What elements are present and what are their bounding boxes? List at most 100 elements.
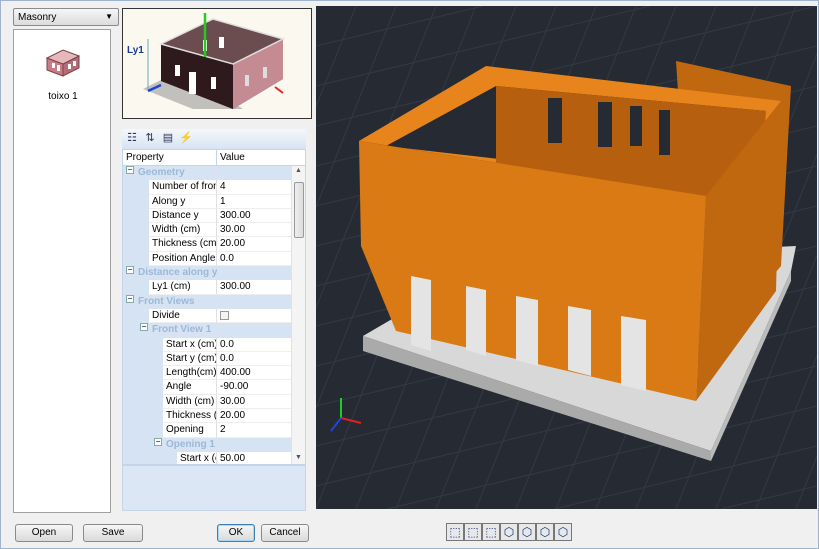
- library-dropdown[interactable]: Masonry ▼: [13, 8, 119, 26]
- grid-line: [720, 485, 817, 509]
- property-value[interactable]: -90.00: [217, 380, 292, 395]
- pier-gap: [466, 286, 486, 356]
- category-label: Front Views: [138, 295, 195, 307]
- property-value[interactable]: 300.00: [217, 209, 292, 224]
- property-value[interactable]: 20.00: [217, 409, 292, 424]
- value-text: 0.0: [220, 352, 234, 364]
- view-back-icon[interactable]: ⬡: [518, 523, 536, 541]
- property-row[interactable]: Number of front ...4: [123, 180, 292, 195]
- ok-button[interactable]: OK: [217, 524, 255, 542]
- value-text: 30.00: [220, 395, 246, 407]
- pier-gap: [516, 296, 538, 366]
- property-name: Distance y: [149, 208, 217, 224]
- property-name: Along y: [149, 194, 217, 209]
- property-value[interactable]: 2: [217, 423, 292, 438]
- grid-header: Property Value: [123, 150, 305, 166]
- value-text: 0.0: [220, 252, 234, 264]
- property-value[interactable]: 0.0: [217, 352, 292, 367]
- property-row[interactable]: Thickness (...20.00: [123, 409, 292, 424]
- value-text: 2: [220, 424, 226, 436]
- property-value[interactable]: 400.00: [217, 366, 292, 381]
- property-pages-icon[interactable]: ▤: [161, 131, 175, 145]
- 3d-viewport[interactable]: [316, 6, 817, 509]
- view-right-icon[interactable]: ⬡: [554, 523, 572, 541]
- grid-scrollbar[interactable]: ▲ ▼: [291, 166, 305, 464]
- property-row[interactable]: Width (cm) 30.00: [123, 223, 292, 238]
- dropdown-value: Masonry: [18, 12, 57, 23]
- collapse-icon[interactable]: −: [140, 323, 148, 332]
- property-name: Divide: [149, 308, 217, 324]
- property-value[interactable]: 4: [217, 180, 292, 195]
- scroll-up-icon[interactable]: ▲: [295, 167, 302, 174]
- property-value[interactable]: 30.00: [217, 223, 292, 238]
- property-name: Ly1 (cm): [149, 280, 217, 295]
- property-row[interactable]: Thickness (cm) 20.00: [123, 237, 292, 252]
- property-value[interactable]: 50.00: [217, 452, 292, 464]
- value-text: 50.00: [220, 452, 246, 464]
- property-row[interactable]: Start y (cm) 0.0: [123, 351, 292, 367]
- library-list[interactable]: toixo 1: [13, 29, 111, 513]
- collapse-icon[interactable]: −: [154, 437, 162, 446]
- property-row[interactable]: Ly1 (cm) 300.00: [123, 280, 292, 295]
- property-name: Angle: [163, 380, 217, 395]
- view-iso-2-icon[interactable]: ⬚: [464, 523, 482, 541]
- scrollbar-thumb[interactable]: [294, 182, 304, 238]
- property-name: Number of front ...: [149, 180, 217, 195]
- view-left-icon[interactable]: ⬡: [536, 523, 554, 541]
- value-text: 4: [220, 181, 226, 193]
- property-value[interactable]: 20.00: [217, 237, 292, 252]
- scroll-down-icon[interactable]: ▼: [295, 454, 302, 461]
- property-name: Width (cm): [149, 223, 217, 238]
- collapse-icon[interactable]: −: [126, 266, 134, 275]
- events-icon[interactable]: ⚡: [179, 131, 193, 145]
- property-row[interactable]: Start x (cm) 0.0: [123, 337, 292, 352]
- open-button[interactable]: Open: [15, 524, 73, 542]
- property-value[interactable]: 300.00: [217, 280, 292, 295]
- property-value[interactable]: 0.0: [217, 252, 292, 267]
- view-iso-3-icon[interactable]: ⬚: [482, 523, 500, 541]
- sort-alpha-icon[interactable]: ⇅: [143, 131, 157, 145]
- categorized-icon[interactable]: ☷: [125, 131, 139, 145]
- property-value[interactable]: 1: [217, 195, 292, 209]
- property-row[interactable]: Divide: [123, 308, 292, 324]
- property-name: Start x (c...: [177, 451, 217, 464]
- cancel-button[interactable]: Cancel: [261, 524, 309, 542]
- property-row[interactable]: Opening 2: [123, 423, 292, 438]
- property-value[interactable]: 0.0: [217, 338, 292, 352]
- property-row[interactable]: Length(cm) 400.00: [123, 366, 292, 381]
- list-item[interactable]: toixo 1: [24, 44, 102, 102]
- 3d-model: [316, 6, 817, 509]
- pier-gap: [411, 276, 431, 351]
- view-front-icon[interactable]: ⬡: [500, 523, 518, 541]
- category-row[interactable]: − Geometry: [123, 166, 292, 181]
- list-item-label: toixo 1: [48, 91, 78, 102]
- value-text: 30.00: [220, 224, 246, 236]
- property-row[interactable]: Along y1: [123, 194, 292, 209]
- category-row[interactable]: − Distance along y: [123, 266, 292, 281]
- property-row[interactable]: Angle -90.00: [123, 380, 292, 395]
- axis-triad: [330, 398, 362, 432]
- value-text: 20.00: [220, 410, 246, 422]
- save-button[interactable]: Save: [83, 524, 143, 542]
- property-value[interactable]: 30.00: [217, 395, 292, 410]
- category-row[interactable]: − Front Views: [123, 294, 292, 309]
- value-text: 1: [220, 195, 226, 207]
- property-row[interactable]: Width (cm) 30.00: [123, 394, 292, 410]
- property-name: Width (cm): [163, 394, 217, 410]
- property-row[interactable]: Start x (c...50.00: [123, 451, 292, 464]
- category-row[interactable]: − Front View 1: [123, 323, 292, 338]
- divide-checkbox[interactable]: [220, 310, 229, 320]
- grid-line: [316, 6, 357, 107]
- collapse-icon[interactable]: −: [126, 166, 134, 174]
- collapse-icon[interactable]: −: [126, 294, 134, 303]
- view-buttons: ⬚ ⬚ ⬚ ⬡ ⬡ ⬡ ⬡: [446, 523, 572, 541]
- value-text: 400.00: [220, 367, 251, 379]
- property-name: Start y (cm): [163, 351, 217, 367]
- property-row[interactable]: Position Angle 0.0: [123, 251, 292, 267]
- view-iso-1-icon[interactable]: ⬚: [446, 523, 464, 541]
- category-row[interactable]: − Opening 1: [123, 437, 292, 452]
- category-label: Distance along y: [138, 267, 218, 279]
- property-value[interactable]: [217, 309, 292, 324]
- property-name: Thickness (...: [163, 409, 217, 424]
- property-row[interactable]: Distance y 300.00: [123, 208, 292, 224]
